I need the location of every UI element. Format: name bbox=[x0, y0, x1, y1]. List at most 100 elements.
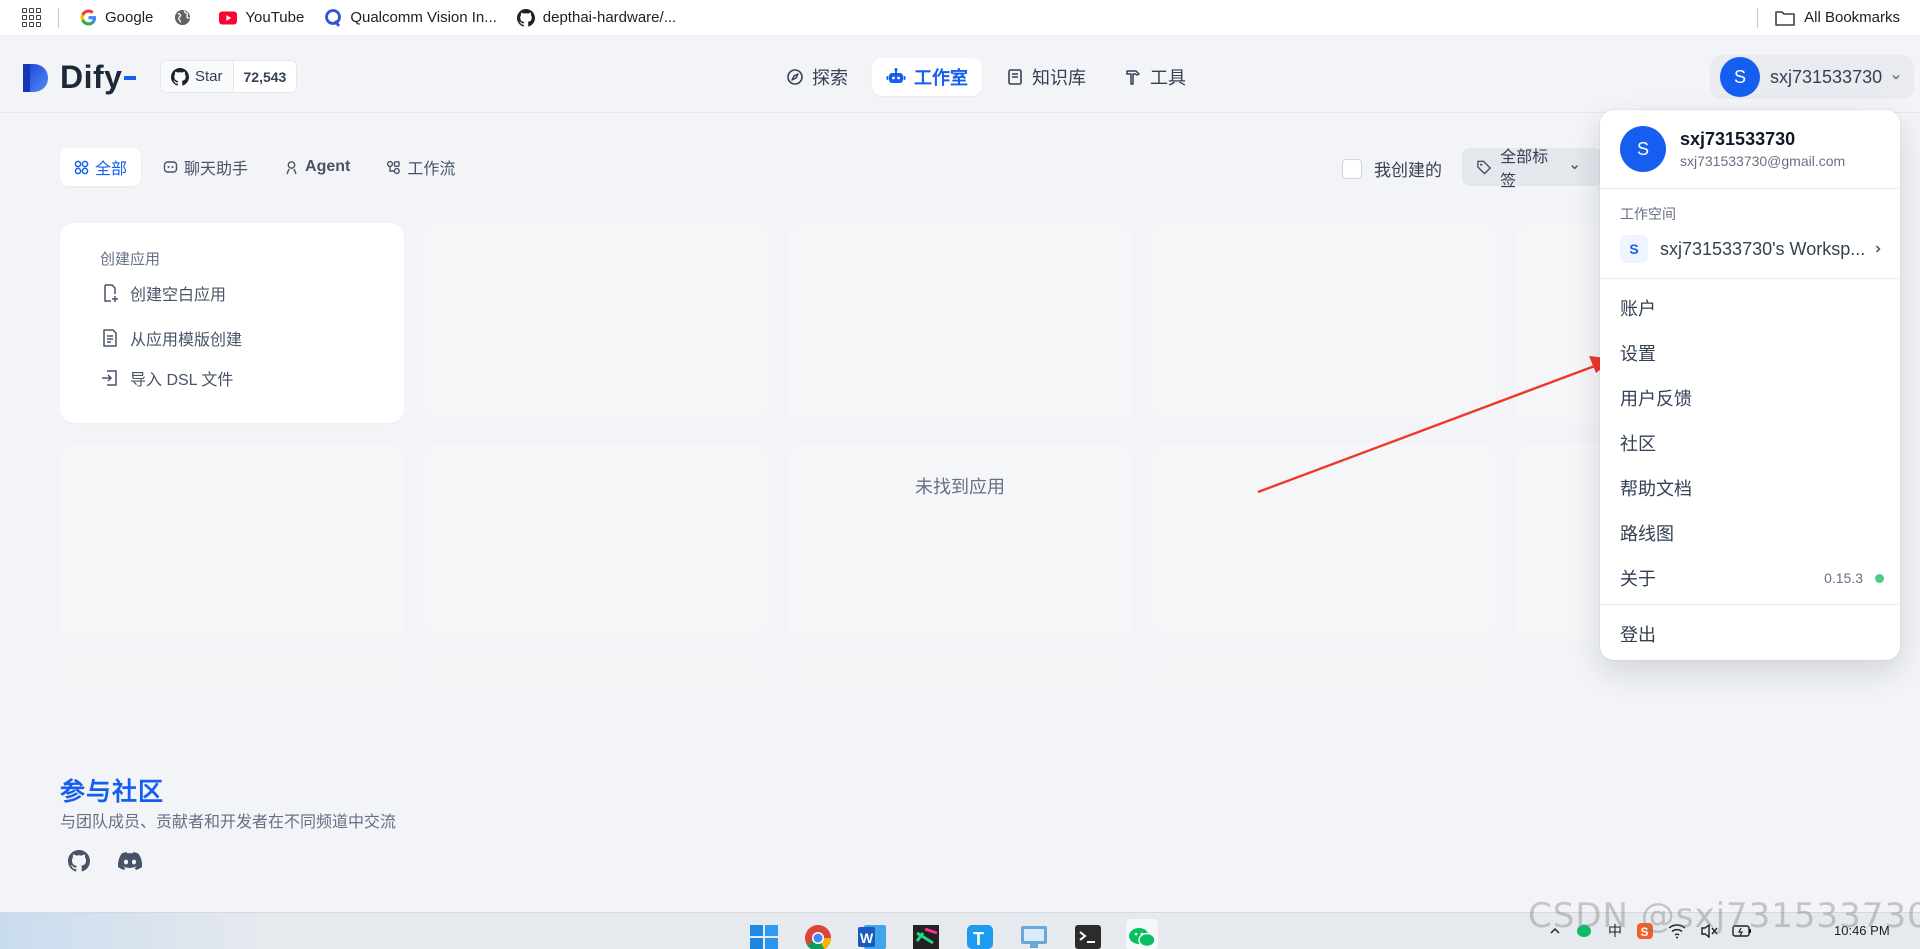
tab-workflow[interactable]: 工作流 bbox=[372, 148, 469, 186]
created-by-me-toggle[interactable]: 我创建的 bbox=[1342, 156, 1442, 181]
chrome-icon[interactable] bbox=[802, 919, 834, 949]
dropdown-user-email: sxj731533730@gmail.com bbox=[1680, 153, 1846, 169]
dify-logo-icon bbox=[23, 63, 48, 92]
discord-icon[interactable] bbox=[118, 851, 142, 871]
bookmarks-divider bbox=[58, 7, 59, 28]
status-dot bbox=[1875, 573, 1884, 583]
github-icon bbox=[171, 67, 189, 86]
menu-label: 路线图 bbox=[1620, 524, 1674, 544]
menu-settings[interactable]: 设置 bbox=[1620, 337, 1884, 369]
remote-desktop-icon[interactable] bbox=[1018, 919, 1050, 949]
nav-label: 知识库 bbox=[1032, 68, 1086, 88]
bookmarks-bar: Google YouTube Qualcomm Vision In... dep… bbox=[0, 0, 1920, 35]
tag-filter-select[interactable]: 全部标签 bbox=[1462, 148, 1602, 190]
youtube-icon bbox=[219, 9, 238, 27]
app-card-placeholder bbox=[788, 657, 1132, 697]
menu-logout[interactable]: 登出 bbox=[1620, 618, 1884, 650]
template-icon bbox=[103, 329, 117, 347]
app-header: Dify Star 72,543 探索 工作室 知识库 工具 S sxj7315… bbox=[0, 35, 1920, 113]
workspace-label: 工作空间 bbox=[1620, 206, 1676, 222]
created-by-me-checkbox[interactable] bbox=[1342, 158, 1362, 179]
nav-studio[interactable]: 工作室 bbox=[872, 58, 982, 96]
tab-agent[interactable]: Agent bbox=[270, 148, 364, 186]
github-icon[interactable] bbox=[68, 850, 90, 872]
app-t-icon[interactable]: T bbox=[964, 919, 996, 949]
file-plus-icon bbox=[104, 284, 118, 302]
bookmark-google[interactable]: Google bbox=[79, 9, 153, 27]
menu-label: 账户 bbox=[1620, 299, 1656, 319]
menu-label: 帮助文档 bbox=[1620, 479, 1692, 499]
svg-text:T: T bbox=[973, 929, 984, 949]
create-blank-app-button[interactable]: 创建空白应用 bbox=[100, 281, 226, 305]
dropdown-user-name: sxj731533730 bbox=[1680, 129, 1796, 149]
menu-account[interactable]: 账户 bbox=[1620, 292, 1884, 324]
bookmark-label: depthai-hardware/... bbox=[542, 9, 677, 26]
menu-roadmap[interactable]: 路线图 bbox=[1620, 517, 1884, 549]
bookmark-globe[interactable] bbox=[173, 9, 199, 27]
github-star-button[interactable]: Star 72,543 bbox=[160, 60, 298, 93]
logo-cursor bbox=[124, 75, 137, 80]
dify-logo[interactable]: Dify bbox=[20, 59, 137, 96]
bookmark-qualcomm[interactable]: Qualcomm Vision In... bbox=[324, 8, 497, 27]
bookmark-label: Qualcomm Vision In... bbox=[350, 9, 497, 26]
workspace-name: sxj731533730's Worksp... bbox=[1660, 238, 1866, 259]
nav-knowledge[interactable]: 知识库 bbox=[992, 58, 1100, 96]
windows-start-icon[interactable] bbox=[748, 919, 780, 949]
apps-grid-icon[interactable] bbox=[22, 7, 42, 28]
menu-docs[interactable]: 帮助文档 bbox=[1620, 472, 1884, 504]
app-card-placeholder bbox=[424, 223, 768, 423]
version-number: 0.15.3 bbox=[1824, 570, 1863, 586]
google-icon bbox=[79, 9, 97, 27]
menu-community[interactable]: 社区 bbox=[1620, 427, 1884, 459]
app-card-placeholder bbox=[424, 443, 768, 639]
app-card-placeholder bbox=[60, 443, 404, 639]
import-icon bbox=[102, 370, 117, 386]
chevron-down-icon bbox=[1892, 74, 1900, 80]
nav-tools[interactable]: 工具 bbox=[1110, 58, 1200, 96]
star-label: Star bbox=[195, 68, 223, 85]
bookmarks-divider bbox=[1757, 7, 1759, 28]
app-type-tabs: 全部 聊天助手 Agent 工作流 bbox=[60, 148, 477, 186]
import-dsl-button[interactable]: 导入 DSL 文件 bbox=[100, 366, 233, 390]
menu-feedback[interactable]: 用户反馈 bbox=[1620, 382, 1884, 414]
book-icon bbox=[1008, 69, 1022, 85]
create-app-title: 创建应用 bbox=[100, 251, 161, 268]
all-bookmarks[interactable]: All Bookmarks bbox=[1774, 9, 1900, 27]
create-from-template-button[interactable]: 从应用模版创建 bbox=[100, 326, 242, 350]
empty-state-text: 未找到应用 bbox=[915, 477, 1005, 497]
bookmark-label: Google bbox=[105, 9, 154, 26]
create-option-label: 导入 DSL 文件 bbox=[130, 372, 234, 389]
create-option-label: 从应用模版创建 bbox=[130, 332, 243, 349]
create-option-label: 创建空白应用 bbox=[130, 287, 227, 304]
bookmark-label: YouTube bbox=[245, 9, 305, 26]
avatar: S bbox=[1720, 57, 1760, 97]
ide-icon[interactable] bbox=[910, 919, 942, 949]
terminal-icon[interactable] bbox=[1072, 919, 1104, 949]
bookmark-depthai[interactable]: depthai-hardware/... bbox=[516, 8, 677, 27]
menu-about[interactable]: 关于 0.15.3 bbox=[1620, 562, 1884, 594]
taskbar-apps: W T bbox=[748, 919, 1180, 949]
wechat-icon[interactable] bbox=[1126, 919, 1158, 949]
hammer-icon bbox=[1126, 70, 1140, 85]
robot-icon bbox=[886, 68, 906, 83]
grid-icon bbox=[74, 160, 89, 174]
logo-text: Dify bbox=[60, 59, 123, 95]
tab-all[interactable]: 全部 bbox=[60, 148, 142, 186]
user-menu-button[interactable]: S sxj731533730 bbox=[1710, 55, 1915, 99]
app-card-placeholder bbox=[788, 223, 1132, 423]
workspace-switcher[interactable]: S sxj731533730's Worksp... bbox=[1620, 233, 1884, 265]
word-icon[interactable]: W bbox=[856, 919, 888, 949]
created-by-me-label: 我创建的 bbox=[1374, 161, 1442, 180]
folder-icon bbox=[1774, 9, 1796, 27]
tag-filter-label: 全部标签 bbox=[1500, 149, 1549, 190]
qualcomm-icon bbox=[324, 8, 342, 27]
chevron-down-icon bbox=[1570, 165, 1578, 170]
tab-label: 工作流 bbox=[407, 161, 456, 178]
app-card-placeholder bbox=[1152, 223, 1496, 423]
bookmark-youtube[interactable]: YouTube bbox=[219, 9, 304, 27]
nav-explore[interactable]: 探索 bbox=[772, 58, 862, 96]
menu-label: 用户反馈 bbox=[1620, 389, 1692, 409]
tab-chat-assistant[interactable]: 聊天助手 bbox=[149, 148, 262, 186]
csdn-watermark: CSDN @sxj731533730 bbox=[1528, 896, 1920, 936]
community-description: 与团队成员、贡献者和开发者在不同频道中交流 bbox=[60, 814, 397, 831]
